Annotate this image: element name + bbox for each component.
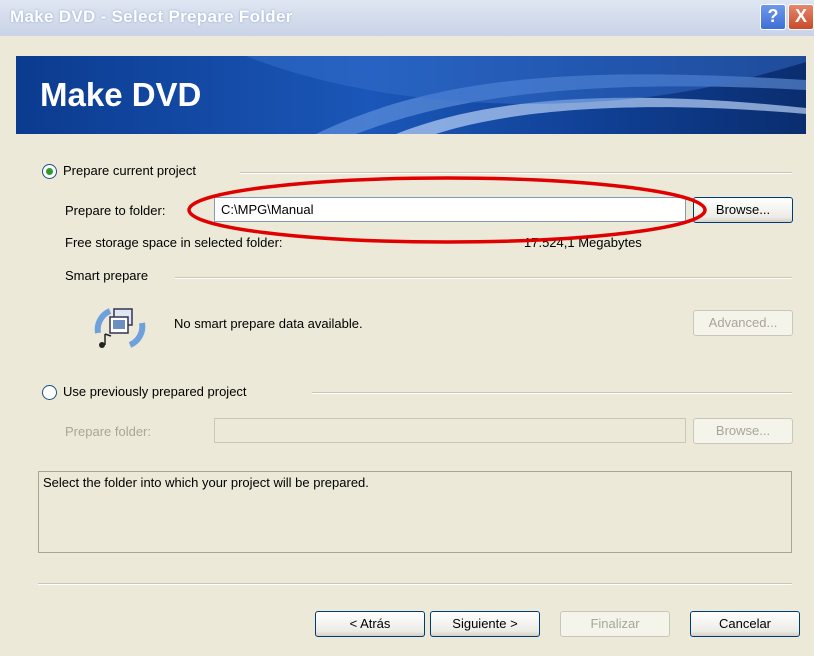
title-bar: Make DVD - Select Prepare Folder ? X — [0, 0, 814, 36]
footer-separator — [38, 583, 792, 585]
window-title: Make DVD - Select Prepare Folder — [10, 7, 293, 26]
help-button[interactable]: ? — [760, 4, 786, 30]
smart-prepare-message: No smart prepare data available. — [174, 316, 363, 331]
use-previous-label: Use previously prepared project — [63, 384, 247, 399]
prepare-current-label: Prepare current project — [63, 163, 196, 178]
prepare-folder-input[interactable]: C:\MPG\Manual — [214, 197, 686, 222]
separator — [175, 277, 792, 279]
browse-previous-button[interactable]: Browse... — [693, 418, 793, 444]
advanced-button[interactable]: Advanced... — [693, 310, 793, 336]
previous-folder-input[interactable] — [214, 418, 686, 443]
prepare-to-folder-label: Prepare to folder: — [65, 203, 166, 218]
header-banner: Make DVD — [16, 56, 806, 134]
prepare-current-radio[interactable] — [42, 164, 57, 179]
cancel-button[interactable]: Cancelar — [690, 611, 800, 637]
separator — [240, 172, 792, 174]
use-previous-radio[interactable] — [42, 385, 57, 400]
free-space-label: Free storage space in selected folder: — [65, 235, 283, 250]
back-button[interactable]: < Atrás — [315, 611, 425, 637]
prepare-folder-label: Prepare folder: — [65, 424, 151, 439]
free-space-value: 17.524,1 Megabytes — [524, 235, 642, 250]
smart-prepare-icon — [94, 308, 146, 348]
info-text: Select the folder into which your projec… — [43, 475, 369, 490]
smart-prepare-label: Smart prepare — [65, 268, 149, 283]
next-button[interactable]: Siguiente > — [430, 611, 540, 637]
info-panel: Select the folder into which your projec… — [38, 471, 792, 553]
browse-button[interactable]: Browse... — [693, 197, 793, 223]
radio-selected-dot — [46, 168, 53, 175]
separator — [312, 392, 792, 394]
banner-title: Make DVD — [40, 76, 202, 113]
finish-button[interactable]: Finalizar — [560, 611, 670, 637]
close-button[interactable]: X — [788, 4, 814, 30]
